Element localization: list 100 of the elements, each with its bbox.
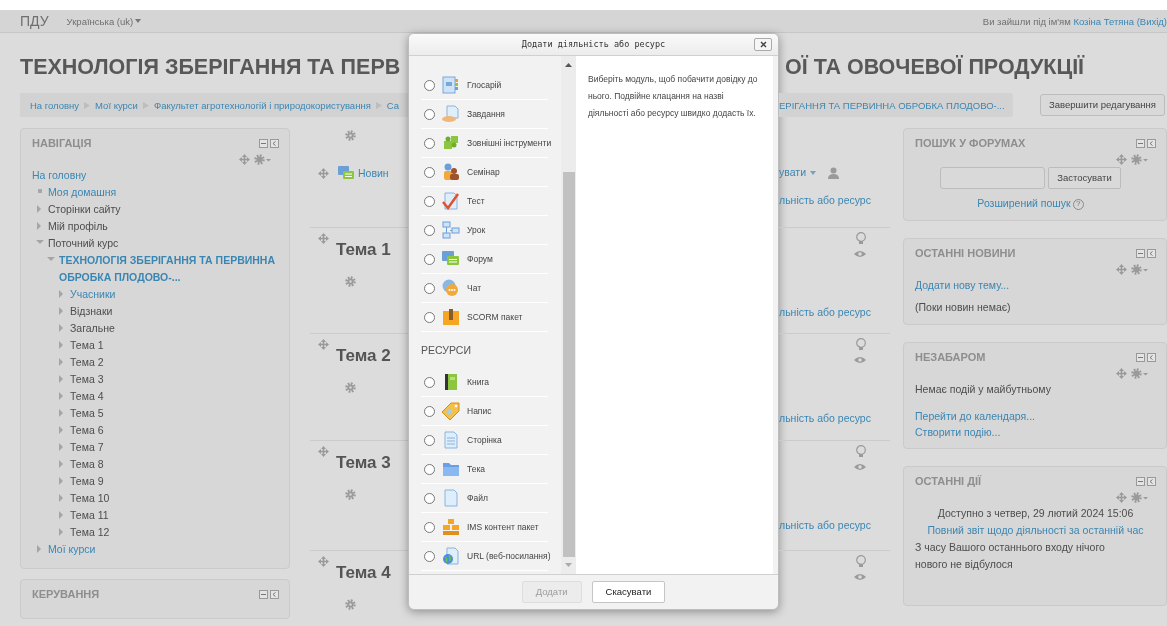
radio-button[interactable] bbox=[424, 224, 435, 236]
lightbulb-icon[interactable] bbox=[856, 232, 866, 244]
radio-button[interactable] bbox=[424, 550, 435, 562]
radio-button[interactable] bbox=[424, 463, 435, 475]
gear-icon[interactable] bbox=[345, 599, 356, 610]
move-icon[interactable] bbox=[318, 233, 329, 244]
eye-icon[interactable] bbox=[854, 356, 866, 364]
dock-icon[interactable] bbox=[1147, 249, 1156, 258]
finish-editing-button[interactable]: Завершити редагування bbox=[1040, 94, 1165, 116]
scrollbar[interactable] bbox=[561, 56, 576, 574]
nav-item[interactable]: Тема 9 bbox=[70, 473, 104, 490]
module-label[interactable]: Книга bbox=[467, 373, 490, 391]
module-label[interactable]: Урок bbox=[467, 221, 486, 239]
nav-item[interactable]: Тема 8 bbox=[70, 456, 104, 473]
minimize-icon[interactable] bbox=[1136, 477, 1145, 486]
module-label[interactable]: Семінар bbox=[467, 163, 500, 181]
settings-icon[interactable] bbox=[1131, 154, 1148, 165]
eye-icon[interactable] bbox=[854, 250, 866, 258]
lightbulb-icon[interactable] bbox=[856, 445, 866, 457]
radio-button[interactable] bbox=[424, 521, 435, 533]
module-label[interactable]: Файл bbox=[467, 489, 488, 507]
minimize-icon[interactable] bbox=[259, 590, 268, 599]
settings-icon[interactable] bbox=[1131, 368, 1148, 379]
radio-button[interactable] bbox=[424, 376, 435, 388]
nav-item[interactable]: Тема 12 bbox=[70, 524, 110, 541]
module-label[interactable]: Форум bbox=[467, 250, 493, 268]
close-button[interactable] bbox=[754, 38, 772, 51]
eye-icon[interactable] bbox=[854, 463, 866, 471]
move-icon[interactable] bbox=[1116, 368, 1127, 379]
nav-item[interactable]: Поточний курс bbox=[48, 235, 119, 252]
nav-item[interactable]: Тема 5 bbox=[70, 405, 104, 422]
module-label[interactable]: Сторінка bbox=[467, 431, 502, 449]
module-label[interactable]: URL (веб-посилання) bbox=[467, 547, 551, 565]
apply-button[interactable]: Застосувати bbox=[1048, 167, 1121, 189]
radio-button[interactable] bbox=[424, 195, 435, 207]
move-icon[interactable] bbox=[1116, 154, 1127, 165]
person-icon[interactable] bbox=[828, 166, 839, 179]
move-icon[interactable] bbox=[318, 446, 329, 457]
nav-item[interactable]: Тема 7 bbox=[70, 439, 104, 456]
radio-button[interactable] bbox=[424, 137, 435, 149]
dock-icon[interactable] bbox=[1147, 139, 1156, 148]
radio-button[interactable] bbox=[424, 282, 435, 294]
module-label[interactable]: Напис bbox=[467, 402, 492, 420]
move-icon[interactable] bbox=[239, 154, 250, 165]
nav-item[interactable]: Тема 4 bbox=[70, 388, 104, 405]
minimize-icon[interactable] bbox=[1136, 353, 1145, 362]
scroll-up-icon[interactable] bbox=[565, 63, 572, 67]
radio-button[interactable] bbox=[424, 492, 435, 504]
move-icon[interactable] bbox=[318, 339, 329, 350]
gear-icon[interactable] bbox=[345, 276, 356, 287]
expanded-arrow-icon[interactable] bbox=[36, 239, 46, 247]
radio-button[interactable] bbox=[424, 405, 435, 417]
gear-icon[interactable] bbox=[345, 382, 356, 393]
dock-icon[interactable] bbox=[270, 590, 279, 599]
nav-item[interactable]: Мій профіль bbox=[48, 218, 108, 235]
radio-button[interactable] bbox=[424, 253, 435, 265]
nav-item[interactable]: Тема 1 bbox=[70, 337, 104, 354]
move-icon[interactable] bbox=[1116, 264, 1127, 275]
move-icon[interactable] bbox=[318, 556, 329, 567]
gear-icon[interactable] bbox=[345, 489, 356, 500]
gear-icon[interactable] bbox=[345, 130, 356, 141]
dock-icon[interactable] bbox=[1147, 353, 1156, 362]
radio-button[interactable] bbox=[424, 108, 435, 120]
minimize-icon[interactable] bbox=[259, 139, 268, 148]
cancel-button[interactable]: Скасувати bbox=[591, 581, 666, 603]
radio-button[interactable] bbox=[424, 434, 435, 446]
eye-icon[interactable] bbox=[854, 573, 866, 581]
nav-item[interactable]: Тема 11 bbox=[70, 507, 109, 524]
radio-button[interactable] bbox=[424, 166, 435, 178]
radio-button[interactable] bbox=[424, 311, 435, 323]
module-label[interactable]: SCORM пакет bbox=[467, 308, 523, 326]
settings-icon[interactable] bbox=[1131, 492, 1148, 503]
nav-item[interactable]: Загальне bbox=[70, 320, 115, 337]
scroll-down-icon[interactable] bbox=[565, 563, 572, 567]
module-label[interactable]: Тека bbox=[467, 460, 486, 478]
settings-icon[interactable] bbox=[254, 154, 271, 165]
module-label[interactable]: Зовнішні інструменти bbox=[467, 134, 552, 152]
site-name[interactable]: ПДУ bbox=[20, 12, 49, 30]
minimize-icon[interactable] bbox=[1136, 249, 1145, 258]
radio-button[interactable] bbox=[424, 79, 435, 91]
module-label[interactable]: Чат bbox=[467, 279, 482, 297]
move-icon[interactable] bbox=[1116, 492, 1127, 503]
module-label[interactable]: Глосарій bbox=[467, 76, 502, 94]
language-menu[interactable]: Українська (uk) bbox=[66, 12, 142, 30]
expanded-arrow-icon[interactable] bbox=[47, 256, 57, 264]
move-icon[interactable] bbox=[318, 168, 329, 179]
lightbulb-icon[interactable] bbox=[856, 338, 866, 350]
nav-item[interactable]: Тема 6 bbox=[70, 422, 104, 439]
module-label[interactable]: Тест bbox=[467, 192, 485, 210]
dock-icon[interactable] bbox=[270, 139, 279, 148]
nav-item[interactable]: Тема 3 bbox=[70, 371, 104, 388]
minimize-icon[interactable] bbox=[1136, 139, 1145, 148]
module-label[interactable]: Завдання bbox=[467, 105, 505, 123]
nav-item[interactable]: Сторінки сайту bbox=[48, 201, 121, 218]
lightbulb-icon[interactable] bbox=[856, 555, 866, 567]
nav-item[interactable]: Тема 2 bbox=[70, 354, 104, 371]
settings-icon[interactable] bbox=[1131, 264, 1148, 275]
nav-item[interactable]: Тема 10 bbox=[70, 490, 110, 507]
nav-item[interactable]: Відзнаки bbox=[70, 303, 113, 320]
dock-icon[interactable] bbox=[1147, 477, 1156, 486]
